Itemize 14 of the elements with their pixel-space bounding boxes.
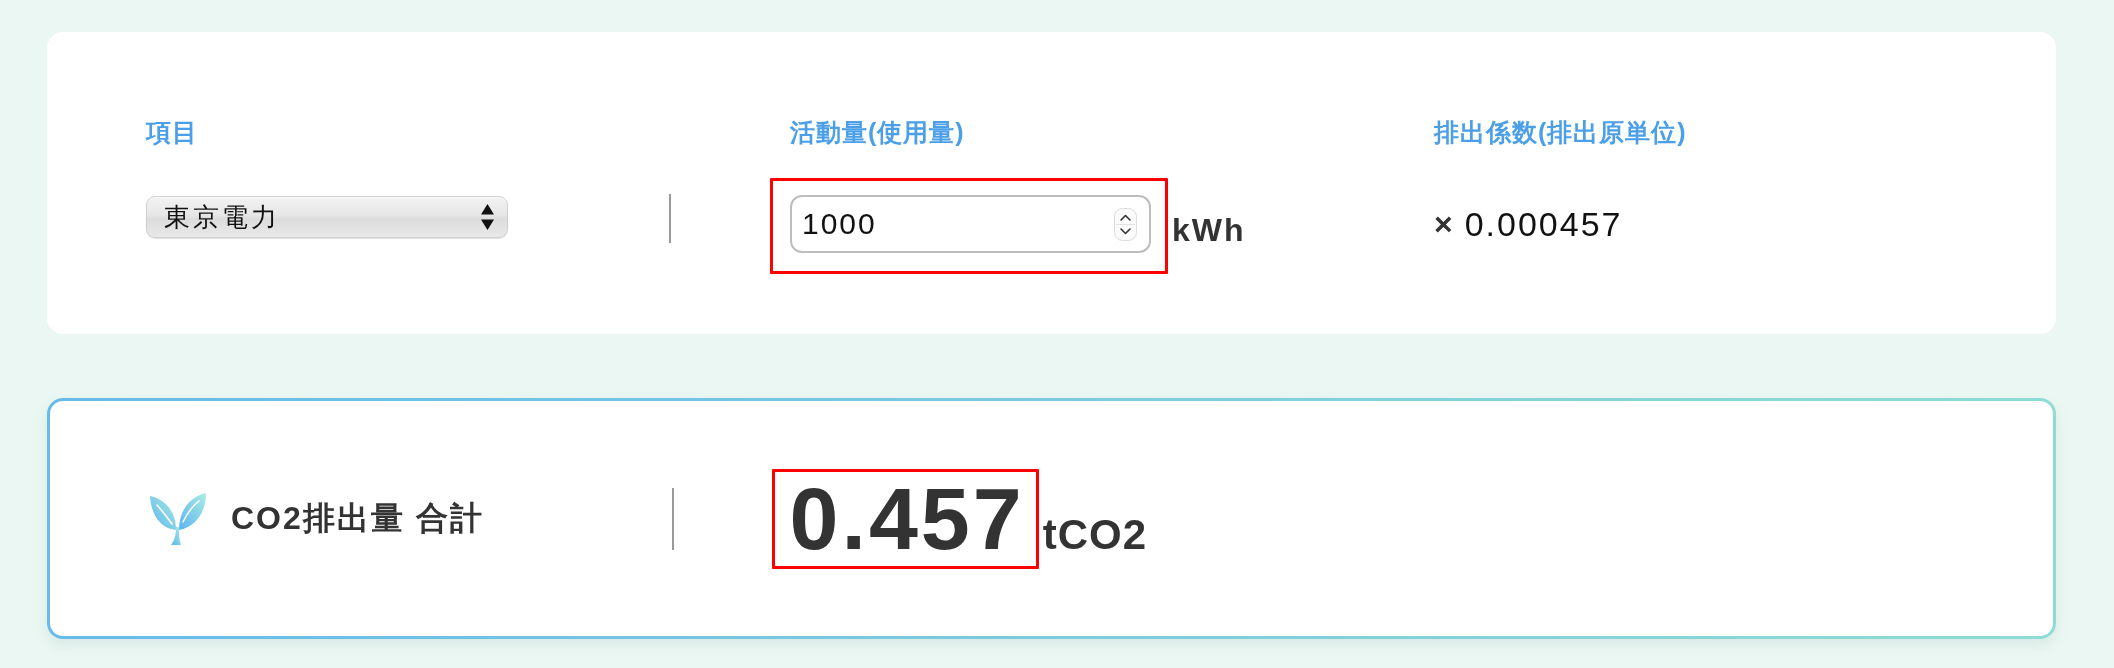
column-header: 排出係数(排出原単位) (1434, 117, 1687, 148)
unit-label: tCO2 (1042, 510, 1148, 559)
unit-label: kWh (1172, 212, 1246, 249)
spinner-icon[interactable] (1114, 207, 1137, 241)
column-header: 項目 (146, 117, 198, 148)
sprout-icon (149, 492, 206, 545)
emission-factor-value: 0.000457 (1464, 204, 1623, 244)
total-value: 0.457 (789, 474, 1025, 563)
total-label: CO2排出量 合計 (231, 498, 484, 538)
item-select[interactable]: 東京電力 (146, 196, 508, 238)
multiply-sign: × (1434, 208, 1453, 240)
up-down-arrows-icon (480, 203, 495, 231)
column-header: 活動量(使用量) (790, 117, 965, 148)
amount-input[interactable]: 1000 (790, 195, 1151, 253)
